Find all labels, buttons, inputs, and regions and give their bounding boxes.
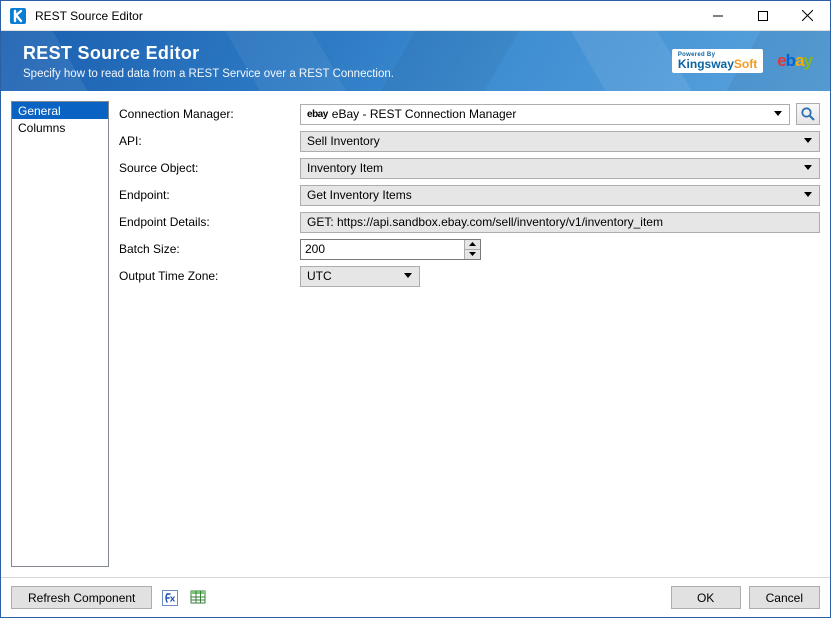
ebay-logo: ebay [777,51,812,71]
dropdown-output-timezone-value: UTC [307,269,400,283]
chevron-down-icon [800,165,816,171]
dropdown-endpoint-value: Get Inventory Items [307,188,800,202]
spinner-buttons [464,240,480,259]
row-connection-manager: Connection Manager: ebay eBay - REST Con… [119,103,820,125]
nav-item-general[interactable]: General [12,102,108,119]
label-output-timezone: Output Time Zone: [119,269,294,283]
chevron-down-icon [400,273,416,279]
dropdown-connection-manager[interactable]: ebay eBay - REST Connection Manager [300,104,790,125]
input-batch-size[interactable] [301,240,464,259]
brand-logos: Powered By KingswaySoft ebay [672,49,830,73]
browse-connection-button[interactable] [796,103,820,125]
label-connection-manager: Connection Manager: [119,107,294,121]
ok-button[interactable]: OK [671,586,741,609]
cancel-button[interactable]: Cancel [749,586,820,609]
dropdown-endpoint[interactable]: Get Inventory Items [300,185,820,206]
label-endpoint-details: Endpoint Details: [119,215,294,229]
label-source-object: Source Object: [119,161,294,175]
window-title: REST Source Editor [35,9,695,23]
titlebar: REST Source Editor [1,1,830,31]
magnifier-icon [800,106,816,122]
spinner-up-button[interactable] [465,240,480,249]
table-icon [190,590,206,606]
header-title: REST Source Editor [23,43,394,64]
field-endpoint-details: GET: https://api.sandbox.ebay.com/sell/i… [300,212,820,233]
header-text: REST Source Editor Specify how to read d… [1,43,394,80]
row-source-object: Source Object: Inventory Item [119,157,820,179]
dropdown-source-object[interactable]: Inventory Item [300,158,820,179]
row-endpoint-details: Endpoint Details: GET: https://api.sandb… [119,211,820,233]
chevron-down-icon [770,111,786,117]
nav-item-columns[interactable]: Columns [12,119,108,136]
nav-list: General Columns [11,101,109,567]
chevron-up-icon [469,242,476,246]
kingswaysoft-wordmark: KingswaySoft [678,58,757,70]
ebay-icon: ebay [307,109,328,120]
chevron-down-icon [469,252,476,256]
connection-manager-text: eBay - REST Connection Manager [332,107,517,121]
footer: Refresh Component OK Cancel [1,577,830,617]
label-endpoint: Endpoint: [119,188,294,202]
label-batch-size: Batch Size: [119,242,294,256]
dropdown-source-object-value: Inventory Item [307,161,800,175]
chevron-down-icon [800,192,816,198]
maximize-button[interactable] [740,1,785,30]
row-output-timezone: Output Time Zone: UTC [119,265,820,287]
dropdown-api[interactable]: Sell Inventory [300,131,820,152]
chevron-down-icon [800,138,816,144]
window: REST Source Editor REST Source Editor Sp… [0,0,831,618]
minimize-button[interactable] [695,1,740,30]
spinner-down-button[interactable] [465,249,480,259]
row-batch-size: Batch Size: [119,238,820,260]
body: General Columns Connection Manager: ebay… [1,91,830,577]
header-banner: REST Source Editor Specify how to read d… [1,31,830,91]
dropdown-api-value: Sell Inventory [307,134,800,148]
kingswaysoft-logo: Powered By KingswaySoft [672,49,763,73]
close-button[interactable] [785,1,830,30]
fx-icon [162,590,178,606]
spinner-batch-size[interactable] [300,239,481,260]
label-api: API: [119,134,294,148]
documentation-button[interactable] [188,588,208,608]
dropdown-output-timezone[interactable]: UTC [300,266,420,287]
row-api: API: Sell Inventory [119,130,820,152]
dropdown-connection-manager-value: ebay eBay - REST Connection Manager [307,107,770,121]
form: Connection Manager: ebay eBay - REST Con… [119,101,820,567]
header-subtitle: Specify how to read data from a REST Ser… [23,68,394,80]
refresh-component-button[interactable]: Refresh Component [11,586,152,609]
app-icon [7,5,29,27]
window-buttons [695,1,830,30]
expression-button[interactable] [160,588,180,608]
row-endpoint: Endpoint: Get Inventory Items [119,184,820,206]
